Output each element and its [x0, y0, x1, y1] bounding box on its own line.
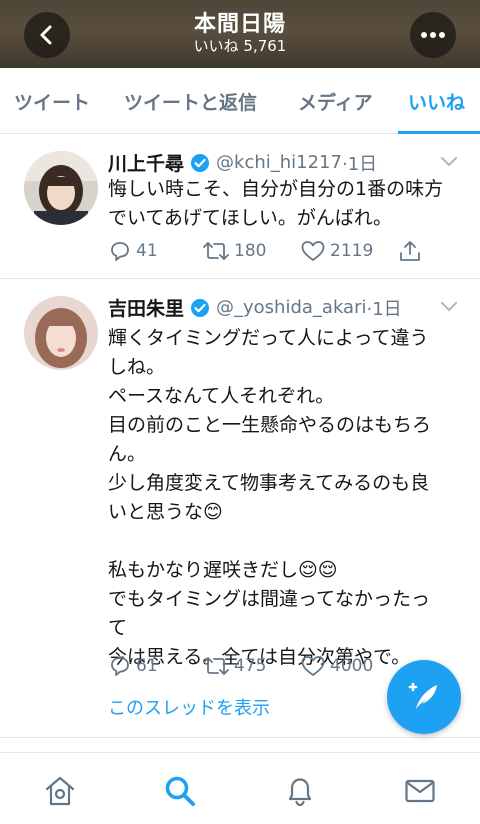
tab-media[interactable]: メディア — [298, 88, 373, 115]
like-count: 4000 — [330, 656, 374, 676]
tweet-time: ·1日 — [341, 153, 378, 175]
show-thread-link[interactable]: このスレッドを表示 — [108, 694, 270, 720]
heart-icon — [301, 656, 325, 676]
nav-messages[interactable] — [400, 771, 440, 811]
compose-tweet-button[interactable] — [387, 660, 461, 734]
retweet-count: 475 — [234, 656, 267, 676]
search-icon — [165, 776, 195, 806]
profile-tabs: ツイート ツイートと返信 メディア いいね — [0, 68, 480, 134]
reply-count: 41 — [136, 241, 158, 261]
chevron-down-icon — [441, 157, 457, 167]
retweet-button[interactable]: 475 — [202, 654, 266, 678]
notifications-icon — [288, 778, 312, 807]
reply-icon — [111, 242, 129, 261]
like-button[interactable]: 2119 — [300, 239, 373, 263]
nav-home[interactable] — [40, 771, 80, 811]
tweet-text: 悔しい時こそ、自分が自分の1番の味方 でいてあげてほしい。がんばれ。 — [108, 178, 444, 229]
reply-count: 61 — [136, 656, 158, 676]
more-options-button[interactable] — [410, 12, 456, 58]
profile-header: 本間日陽 いいね 5,761 — [0, 0, 480, 68]
avatar[interactable] — [24, 151, 98, 225]
tab-tweets-and-replies[interactable]: ツイートと返信 — [124, 88, 257, 115]
profile-name-title: 本間日陽 — [193, 12, 286, 37]
tweet-header: 川上千尋 @kchi_hi1217 ·1日 — [108, 149, 460, 176]
retweet-icon — [203, 242, 229, 260]
author-name[interactable]: 川上千尋 — [108, 149, 184, 176]
share-icon — [400, 241, 420, 261]
tweet-time: ·1日 — [366, 298, 402, 320]
likes-count-subtitle: いいね 5,761 — [193, 37, 287, 55]
tab-tweets[interactable]: ツイート — [14, 88, 90, 115]
heart-icon — [301, 241, 325, 261]
tweet-item[interactable]: 川上千尋 @kchi_hi1217 ·1日 悔しい時こそ、自分が自分の1番の味方… — [0, 135, 480, 279]
retweet-icon — [203, 657, 229, 675]
author-handle[interactable]: @kchi_hi1217 — [216, 152, 342, 173]
nav-search[interactable] — [160, 771, 200, 811]
retweet-button[interactable]: 180 — [202, 239, 266, 263]
tab-likes[interactable]: いいね — [408, 88, 465, 115]
author-handle[interactable]: @_yoshida_akari — [216, 297, 366, 318]
messages-icon — [405, 779, 435, 803]
active-tab-indicator — [398, 131, 480, 134]
compose-tweet-icon — [408, 682, 437, 709]
like-count: 2119 — [330, 241, 374, 261]
more-dots-icon — [421, 32, 445, 38]
home-icon — [45, 776, 75, 806]
chevron-down-icon — [441, 302, 457, 312]
author-name[interactable]: 吉田朱里 — [108, 294, 184, 321]
bottom-navigation — [0, 752, 480, 824]
tweet-header: 吉田朱里 @_yoshida_akari ·1日 — [108, 294, 460, 321]
nav-notifications[interactable] — [280, 771, 320, 811]
tweet-menu-button[interactable] — [440, 298, 458, 317]
reply-icon — [111, 657, 129, 676]
retweet-count: 180 — [234, 241, 267, 261]
verified-badge-icon — [190, 153, 210, 173]
tweet-menu-button[interactable] — [440, 153, 458, 172]
tweet-actions: 41 180 2119 — [108, 239, 448, 267]
reply-button[interactable]: 41 — [108, 239, 158, 263]
share-button[interactable] — [398, 239, 426, 263]
tweet-text: 輝くタイミングだって人によって違う しね。 ペースなんて人それぞれ。 目の前のこ… — [108, 327, 432, 668]
like-button[interactable]: 4000 — [300, 654, 373, 678]
reply-button[interactable]: 61 — [108, 654, 158, 678]
verified-badge-icon — [190, 298, 210, 318]
avatar[interactable] — [24, 296, 98, 370]
